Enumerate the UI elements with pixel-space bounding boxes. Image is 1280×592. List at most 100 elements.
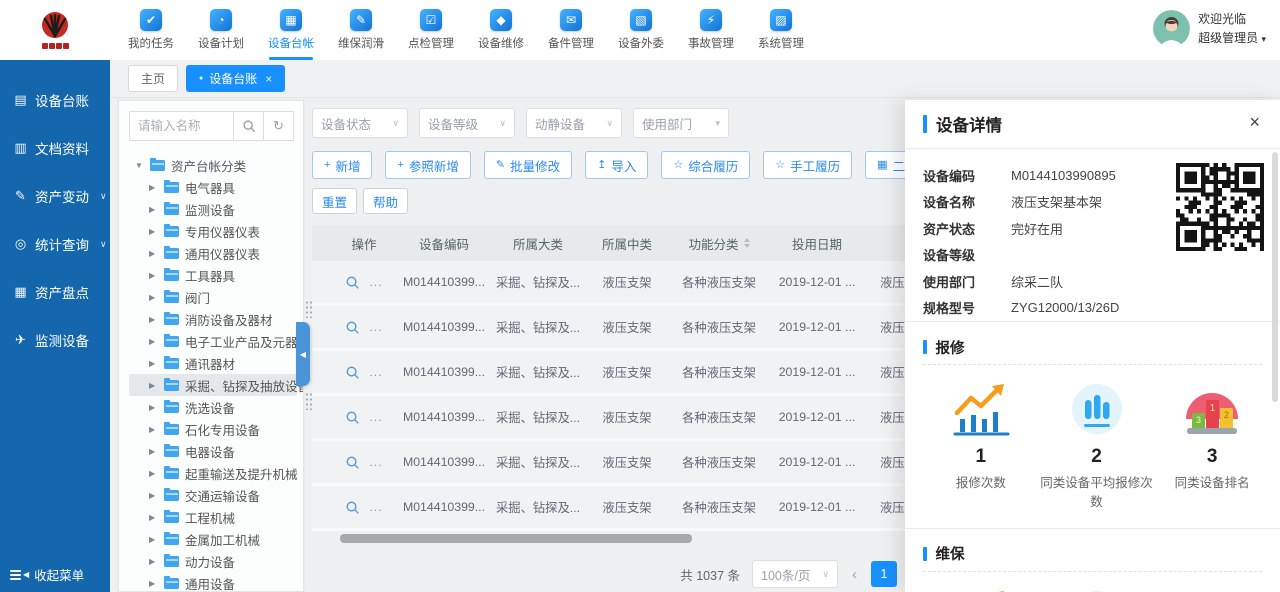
panel-scrollbar[interactable]	[1272, 152, 1278, 402]
row-more-button[interactable]: ...	[369, 500, 382, 514]
nav-item[interactable]: ▦设备台帐	[256, 0, 326, 60]
tab-equipment-ledger[interactable]: ● 设备台账 ×	[186, 65, 285, 92]
sidebar-item-statistics[interactable]: ◎ 统计查询 ∨	[0, 220, 110, 268]
sort-icon[interactable]	[744, 238, 750, 248]
filter-select[interactable]: 动静设备∨	[526, 108, 622, 138]
cell-operation: ...	[332, 455, 396, 470]
tree-item-label: 金属加工机械	[185, 530, 260, 549]
tree-collapse-handle[interactable]: ◀	[296, 322, 310, 386]
tree-item[interactable]: ▶专用仪器仪表	[129, 220, 303, 242]
view-detail-button[interactable]	[345, 500, 360, 515]
view-detail-button[interactable]	[345, 455, 360, 470]
sidebar-item-asset-change[interactable]: ✎ 资产变动 ∨	[0, 172, 110, 220]
tree-item[interactable]: ▶采掘、钻探及抽放设备	[129, 374, 297, 396]
manual-history-button[interactable]: ☆ 手工履历	[763, 151, 852, 179]
view-detail-button[interactable]	[345, 275, 360, 290]
sidebar-item-monitor-devices[interactable]: ✈ 监测设备	[0, 316, 110, 364]
tree-item[interactable]: ▶通讯器材	[129, 352, 303, 374]
user-menu[interactable]: 欢迎光临 超级管理员 ▾	[1153, 10, 1266, 47]
caret-right-icon: ▶	[149, 469, 158, 478]
tree-item[interactable]: ▶起重输送及提升机械	[129, 462, 303, 484]
reset-button[interactable]: 重置	[312, 188, 357, 214]
sidebar-item-equipment-ledger[interactable]: ▤ 设备台账	[0, 76, 110, 124]
page-size-select[interactable]: 100条/页 ∨	[752, 560, 838, 588]
row-more-button[interactable]: ...	[369, 410, 382, 424]
table-row[interactable]: ...M014410399...采掘、钻探及...液压支架各种液压支架2019-…	[312, 261, 905, 306]
tree-item[interactable]: ▶电气器具	[129, 176, 303, 198]
qrcode-button[interactable]: ▦ 二维码	[865, 151, 905, 179]
add-button[interactable]: + 新增	[312, 151, 372, 179]
view-detail-icon[interactable]	[345, 455, 360, 470]
tree-item[interactable]: ▶通用仪器仪表	[129, 242, 303, 264]
nav-item[interactable]: ▧设备外委	[606, 0, 676, 60]
row-more-button[interactable]: ...	[369, 455, 382, 469]
view-detail-button[interactable]	[345, 365, 360, 380]
collapse-menu-button[interactable]: ◀ 收起菜单	[10, 565, 84, 584]
nav-item[interactable]: ✔我的任务	[116, 0, 186, 60]
table-row[interactable]: ...M014410399...采掘、钻探及...液压支架各种液压支架2019-…	[312, 306, 905, 351]
row-more-button[interactable]: ...	[369, 320, 382, 334]
tree-item[interactable]: ▶动力设备	[129, 550, 303, 572]
table-row[interactable]: ...M014410399...采掘、钻探及...液压支架各种液压支架2019-…	[312, 486, 905, 531]
filter-label: 设备状态	[321, 114, 371, 133]
nav-item[interactable]: ▨系统管理	[746, 0, 816, 60]
nav-item[interactable]: ☑点检管理	[396, 0, 466, 60]
cell-middle-class: 液压支架	[584, 453, 670, 471]
tree-item[interactable]: ▶工程机械	[129, 506, 303, 528]
sidebar-item-documents[interactable]: ▥ 文档资料	[0, 124, 110, 172]
tree-search-button[interactable]	[234, 111, 264, 141]
tree-item[interactable]: ▶监测设备	[129, 198, 303, 220]
tree-root[interactable]: ▼ 资产台帐分类	[129, 154, 303, 176]
tab-close-icon[interactable]: ×	[265, 72, 272, 86]
row-more-button[interactable]: ...	[369, 365, 382, 379]
filter-select[interactable]: 使用部门▾	[633, 108, 729, 138]
table-row[interactable]: ...M014410399...采掘、钻探及...液压支架各种液压支架2019-…	[312, 441, 905, 486]
batch-edit-button[interactable]: ✎ 批量修改	[484, 151, 572, 179]
table-row[interactable]: ...M014410399...采掘、钻探及...液压支架各种液压支架2019-…	[312, 396, 905, 441]
panel-splitter[interactable]: ◀	[303, 100, 315, 592]
close-icon[interactable]: ×	[1249, 113, 1260, 131]
tree-item[interactable]: ▶洗选设备	[129, 396, 303, 418]
nav-item[interactable]: ✉备件管理	[536, 0, 606, 60]
tree-item[interactable]: ▶通用设备	[129, 572, 303, 592]
composite-history-button[interactable]: ☆ 综合履历	[661, 151, 750, 179]
tree-item[interactable]: ▶交通运输设备	[129, 484, 303, 506]
tree-refresh-button[interactable]: ↻	[264, 111, 294, 141]
view-detail-icon[interactable]	[345, 410, 360, 425]
equipment-table: 操作 设备编码 所属大类 所属中类 功能分类 投用日期 ...M01441039…	[312, 225, 905, 531]
prev-page-button[interactable]: ‹	[850, 566, 859, 583]
collapse-menu-icon: ◀	[10, 570, 29, 580]
nav-item[interactable]: ✎维保润滑	[326, 0, 396, 60]
view-detail-icon[interactable]	[345, 320, 360, 335]
tab-home[interactable]: 主页	[128, 65, 178, 92]
view-detail-icon[interactable]	[345, 365, 360, 380]
view-detail-button[interactable]	[345, 410, 360, 425]
tree-item[interactable]: ▶消防设备及器材	[129, 308, 303, 330]
view-detail-icon[interactable]	[345, 275, 360, 290]
filter-select[interactable]: 设备等级∨	[419, 108, 515, 138]
page-number-active[interactable]: 1	[871, 561, 897, 587]
reference-add-button[interactable]: + 参照新增	[385, 151, 470, 179]
nav-item[interactable]: ⚡事故管理	[676, 0, 746, 60]
nav-item[interactable]: ◆设备维修	[466, 0, 536, 60]
tree-search-input[interactable]	[129, 111, 234, 141]
row-more-button[interactable]: ...	[369, 275, 382, 289]
scrollbar-thumb[interactable]	[340, 534, 692, 543]
help-button[interactable]: 帮助	[363, 188, 408, 214]
nav-item[interactable]: ◔设备计划	[186, 0, 256, 60]
tree-item[interactable]: ▶石化专用设备	[129, 418, 303, 440]
import-button[interactable]: ↥ 导入	[585, 151, 648, 179]
tree-item[interactable]: ▶阀门	[129, 286, 303, 308]
filter-select[interactable]: 设备状态∨	[312, 108, 408, 138]
tree-item[interactable]: ▶金属加工机械	[129, 528, 303, 550]
tree-item[interactable]: ▶电子工业产品及元器件	[129, 330, 303, 352]
tree-item[interactable]: ▶电器设备	[129, 440, 303, 462]
view-detail-icon[interactable]	[345, 500, 360, 515]
cell-name: 液压支架基本架	[866, 498, 905, 516]
sidebar-item-asset-inventory[interactable]: ▦ 资产盘点	[0, 268, 110, 316]
tree-item-label: 阀门	[185, 288, 210, 307]
tree-item[interactable]: ▶工具器具	[129, 264, 303, 286]
horizontal-scrollbar[interactable]	[312, 534, 905, 543]
view-detail-button[interactable]	[345, 320, 360, 335]
table-row[interactable]: ...M014410399...采掘、钻探及...液压支架各种液压支架2019-…	[312, 351, 905, 396]
